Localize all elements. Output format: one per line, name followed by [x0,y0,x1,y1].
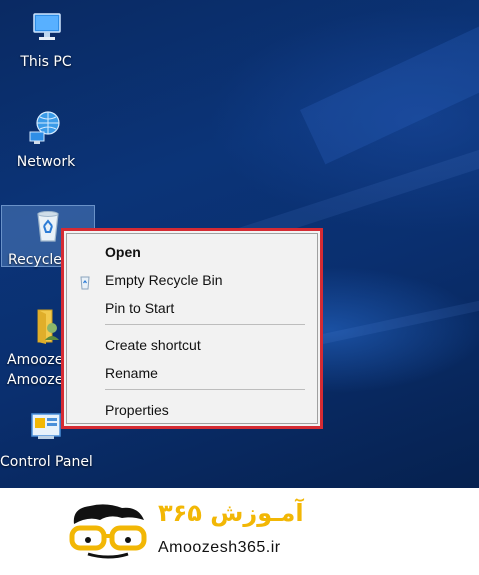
menu-separator [105,389,305,390]
recycle-bin-small-icon [77,272,93,290]
network-icon [26,108,66,148]
menu-item-open[interactable]: Open [67,239,317,265]
control-panel-icon [26,408,66,448]
menu-item-properties[interactable]: Properties [67,397,317,423]
brand-persian-name: آمـوزش ۳۶۵ [158,499,304,527]
menu-item-pin-to-start[interactable]: Pin to Start [67,295,317,321]
menu-item-rename[interactable]: Rename [67,360,317,386]
menu-item-empty-recycle-bin[interactable]: Empty Recycle Bin [67,267,317,293]
desktop-icon-network[interactable]: Network [0,108,92,172]
wallpaper-light-streak [300,0,479,165]
menu-item-create-shortcut[interactable]: Create shortcut [67,332,317,358]
menu-separator [105,324,305,325]
brand-url[interactable]: Amoozesh365.ir [158,539,281,557]
control-panel-label: Control Panel [0,454,93,470]
this-pc-label: This PC [20,54,72,70]
brand-logo-icon [66,502,152,562]
this-pc-icon [26,8,66,48]
desktop: This PC Network Recycle Amoozes Amooze C… [0,0,479,488]
desktop-icon-this-pc[interactable]: This PC [0,8,92,72]
context-menu-highlight-frame: Open Empty Recycle Bin Pin to Start Crea… [61,228,323,429]
network-label: Network [16,154,76,170]
user-folder-icon [26,306,66,346]
context-menu: Open Empty Recycle Bin Pin to Start Crea… [66,233,318,424]
menu-item-empty-recycle-bin-label: Empty Recycle Bin [105,272,223,288]
